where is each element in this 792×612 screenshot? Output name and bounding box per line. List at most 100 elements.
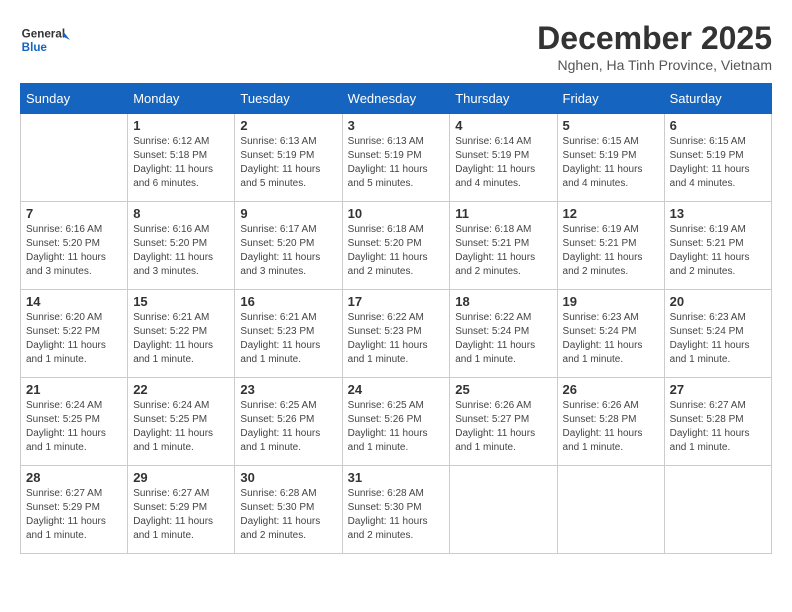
calendar-cell: 3 Sunrise: 6:13 AMSunset: 5:19 PMDaylight…: [342, 114, 450, 202]
day-info: Sunrise: 6:27 AMSunset: 5:29 PMDaylight:…: [26, 487, 122, 543]
day-info: Sunrise: 6:21 AMSunset: 5:22 PMDaylight:…: [133, 311, 229, 367]
day-number: 29: [133, 470, 229, 485]
day-info: Sunrise: 6:22 AMSunset: 5:23 PMDaylight:…: [348, 311, 445, 367]
day-info: Sunrise: 6:17 AMSunset: 5:20 PMDaylight:…: [240, 223, 336, 279]
day-number: 19: [563, 294, 659, 309]
logo-svg: General Blue: [20, 20, 70, 60]
day-info: Sunrise: 6:18 AMSunset: 5:21 PMDaylight:…: [455, 223, 551, 279]
weekday-header-row: SundayMondayTuesdayWednesdayThursdayFrid…: [21, 84, 772, 114]
calendar-cell: 1 Sunrise: 6:12 AMSunset: 5:18 PMDaylight…: [128, 114, 235, 202]
day-info: Sunrise: 6:22 AMSunset: 5:24 PMDaylight:…: [455, 311, 551, 367]
day-number: 24: [348, 382, 445, 397]
day-info: Sunrise: 6:15 AMSunset: 5:19 PMDaylight:…: [563, 135, 659, 191]
calendar-cell: 26 Sunrise: 6:26 AMSunset: 5:28 PMDayligh…: [557, 378, 664, 466]
calendar-cell: 2 Sunrise: 6:13 AMSunset: 5:19 PMDaylight…: [235, 114, 342, 202]
calendar-cell: 11 Sunrise: 6:18 AMSunset: 5:21 PMDayligh…: [450, 202, 557, 290]
day-number: 28: [26, 470, 122, 485]
calendar-cell: 23 Sunrise: 6:25 AMSunset: 5:26 PMDayligh…: [235, 378, 342, 466]
day-number: 2: [240, 118, 336, 133]
calendar-cell: [557, 466, 664, 554]
day-info: Sunrise: 6:15 AMSunset: 5:19 PMDaylight:…: [670, 135, 766, 191]
day-info: Sunrise: 6:21 AMSunset: 5:23 PMDaylight:…: [240, 311, 336, 367]
day-info: Sunrise: 6:24 AMSunset: 5:25 PMDaylight:…: [133, 399, 229, 455]
svg-text:General: General: [22, 28, 65, 41]
day-number: 1: [133, 118, 229, 133]
calendar-week-5: 28 Sunrise: 6:27 AMSunset: 5:29 PMDayligh…: [21, 466, 772, 554]
calendar-cell: 12Sunrise: 6:19 AMSunset: 5:21 PMDayligh…: [557, 202, 664, 290]
calendar-cell: 9 Sunrise: 6:17 AMSunset: 5:20 PMDaylight…: [235, 202, 342, 290]
calendar-cell: 17 Sunrise: 6:22 AMSunset: 5:23 PMDayligh…: [342, 290, 450, 378]
day-info: Sunrise: 6:25 AMSunset: 5:26 PMDaylight:…: [240, 399, 336, 455]
day-info: Sunrise: 6:24 AMSunset: 5:25 PMDaylight:…: [26, 399, 122, 455]
day-number: 23: [240, 382, 336, 397]
day-info: Sunrise: 6:28 AMSunset: 5:30 PMDaylight:…: [348, 487, 445, 543]
calendar-cell: 24 Sunrise: 6:25 AMSunset: 5:26 PMDayligh…: [342, 378, 450, 466]
day-info: Sunrise: 6:13 AMSunset: 5:19 PMDaylight:…: [240, 135, 336, 191]
day-info: Sunrise: 6:23 AMSunset: 5:24 PMDaylight:…: [670, 311, 766, 367]
day-info: Sunrise: 6:20 AMSunset: 5:22 PMDaylight:…: [26, 311, 122, 367]
day-number: 17: [348, 294, 445, 309]
day-info: Sunrise: 6:26 AMSunset: 5:28 PMDaylight:…: [563, 399, 659, 455]
calendar-cell: 21 Sunrise: 6:24 AMSunset: 5:25 PMDayligh…: [21, 378, 128, 466]
calendar-cell: [450, 466, 557, 554]
calendar-cell: 22 Sunrise: 6:24 AMSunset: 5:25 PMDayligh…: [128, 378, 235, 466]
weekday-header-monday: Monday: [128, 84, 235, 114]
calendar-cell: 5 Sunrise: 6:15 AMSunset: 5:19 PMDaylight…: [557, 114, 664, 202]
calendar-week-3: 14 Sunrise: 6:20 AMSunset: 5:22 PMDayligh…: [21, 290, 772, 378]
calendar-cell: 18 Sunrise: 6:22 AMSunset: 5:24 PMDayligh…: [450, 290, 557, 378]
day-number: 9: [240, 206, 336, 221]
day-number: 15: [133, 294, 229, 309]
day-number: 27: [670, 382, 766, 397]
calendar-cell: 31 Sunrise: 6:28 AMSunset: 5:30 PMDayligh…: [342, 466, 450, 554]
weekday-header-sunday: Sunday: [21, 84, 128, 114]
location-subtitle: Nghen, Ha Tinh Province, Vietnam: [537, 57, 772, 73]
day-number: 3: [348, 118, 445, 133]
weekday-header-friday: Friday: [557, 84, 664, 114]
day-info: Sunrise: 6:16 AMSunset: 5:20 PMDaylight:…: [133, 223, 229, 279]
day-info: Sunrise: 6:25 AMSunset: 5:26 PMDaylight:…: [348, 399, 445, 455]
day-number: 5: [563, 118, 659, 133]
day-number: 31: [348, 470, 445, 485]
day-number: 13: [670, 206, 766, 221]
calendar-cell: 14 Sunrise: 6:20 AMSunset: 5:22 PMDayligh…: [21, 290, 128, 378]
day-number: 30: [240, 470, 336, 485]
day-number: 10: [348, 206, 445, 221]
day-info: Sunrise: 6:12 AMSunset: 5:18 PMDaylight:…: [133, 135, 229, 191]
day-number: 16: [240, 294, 336, 309]
day-number: 6: [670, 118, 766, 133]
svg-text:Blue: Blue: [22, 41, 48, 54]
calendar-week-2: 7 Sunrise: 6:16 AMSunset: 5:20 PMDaylight…: [21, 202, 772, 290]
day-number: 11: [455, 206, 551, 221]
day-number: 7: [26, 206, 122, 221]
day-info: Sunrise: 6:23 AMSunset: 5:24 PMDaylight:…: [563, 311, 659, 367]
calendar-cell: 20Sunrise: 6:23 AMSunset: 5:24 PMDayligh…: [664, 290, 771, 378]
day-info: Sunrise: 6:14 AMSunset: 5:19 PMDaylight:…: [455, 135, 551, 191]
day-info: Sunrise: 6:16 AMSunset: 5:20 PMDaylight:…: [26, 223, 122, 279]
day-number: 22: [133, 382, 229, 397]
day-number: 4: [455, 118, 551, 133]
day-number: 25: [455, 382, 551, 397]
calendar-cell: 6 Sunrise: 6:15 AMSunset: 5:19 PMDaylight…: [664, 114, 771, 202]
title-block: December 2025 Nghen, Ha Tinh Province, V…: [537, 20, 772, 73]
day-number: 12: [563, 206, 659, 221]
calendar-cell: 27 Sunrise: 6:27 AMSunset: 5:28 PMDayligh…: [664, 378, 771, 466]
weekday-header-thursday: Thursday: [450, 84, 557, 114]
weekday-header-tuesday: Tuesday: [235, 84, 342, 114]
day-number: 26: [563, 382, 659, 397]
day-info: Sunrise: 6:18 AMSunset: 5:20 PMDaylight:…: [348, 223, 445, 279]
day-info: Sunrise: 6:27 AMSunset: 5:29 PMDaylight:…: [133, 487, 229, 543]
calendar-cell: 16 Sunrise: 6:21 AMSunset: 5:23 PMDayligh…: [235, 290, 342, 378]
logo: General Blue: [20, 20, 70, 60]
page-header: General Blue December 2025 Nghen, Ha Tin…: [20, 20, 772, 73]
day-number: 14: [26, 294, 122, 309]
day-info: Sunrise: 6:13 AMSunset: 5:19 PMDaylight:…: [348, 135, 445, 191]
calendar-cell: 19 Sunrise: 6:23 AMSunset: 5:24 PMDayligh…: [557, 290, 664, 378]
calendar-cell: [664, 466, 771, 554]
calendar-cell: 15 Sunrise: 6:21 AMSunset: 5:22 PMDayligh…: [128, 290, 235, 378]
calendar-cell: 25Sunrise: 6:26 AMSunset: 5:27 PMDayligh…: [450, 378, 557, 466]
weekday-header-saturday: Saturday: [664, 84, 771, 114]
day-number: 21: [26, 382, 122, 397]
day-number: 18: [455, 294, 551, 309]
day-info: Sunrise: 6:27 AMSunset: 5:28 PMDaylight:…: [670, 399, 766, 455]
calendar-week-4: 21 Sunrise: 6:24 AMSunset: 5:25 PMDayligh…: [21, 378, 772, 466]
